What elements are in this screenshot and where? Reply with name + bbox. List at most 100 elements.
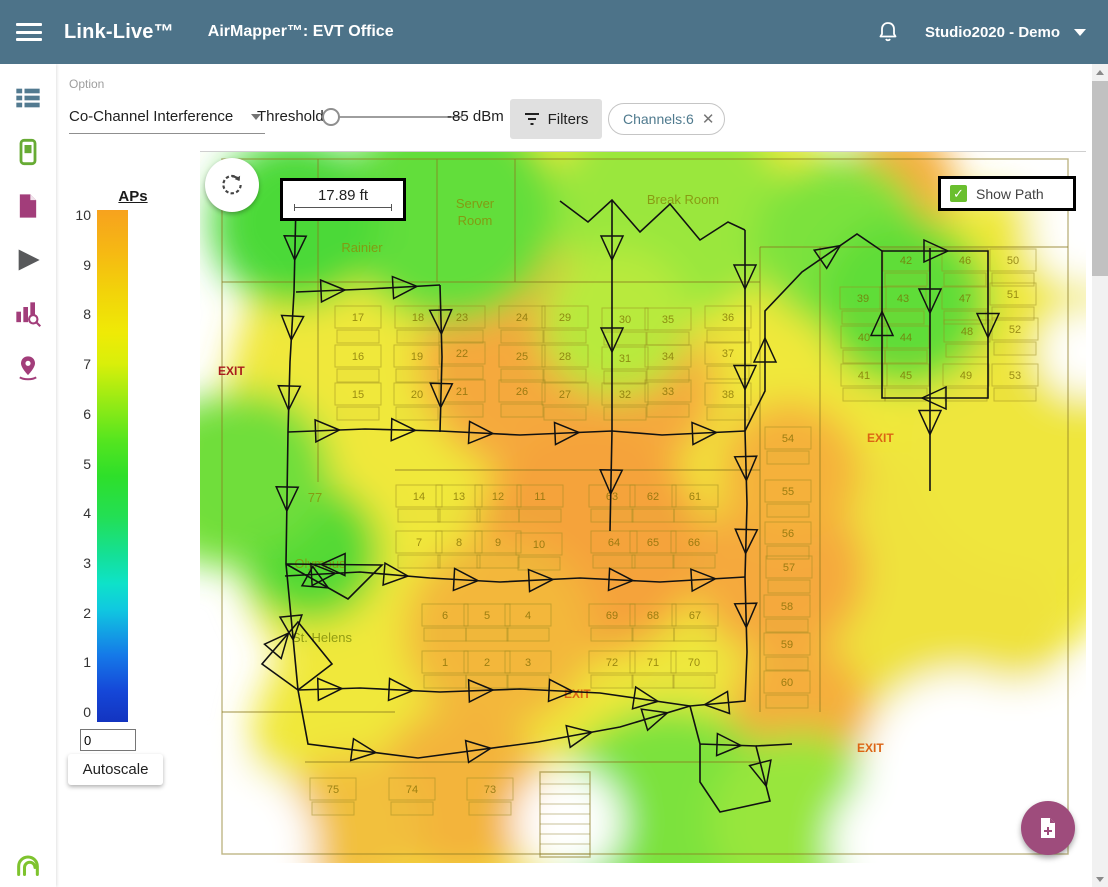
desk-box <box>885 273 927 286</box>
airmapper-pin-icon[interactable] <box>14 354 42 382</box>
color-scale-tick: 9 <box>58 257 91 273</box>
room-number-label: 74 <box>406 784 418 796</box>
desk-box <box>647 332 689 345</box>
desk-box <box>885 388 927 401</box>
results-list-icon[interactable] <box>14 84 42 112</box>
desk-box <box>632 628 674 641</box>
desk-box <box>707 330 749 343</box>
threshold-label: Threshold <box>257 108 324 125</box>
threshold-slider[interactable] <box>322 100 462 134</box>
room-number-label: 33 <box>662 386 674 398</box>
account-switcher[interactable]: Studio2020 - Demo <box>925 24 1086 41</box>
room-number-label: 65 <box>647 537 659 549</box>
room-number-label: 69 <box>606 610 618 622</box>
room-number-label: 49 <box>960 370 972 382</box>
room-number-label: 50 <box>1007 255 1019 267</box>
slider-thumb[interactable] <box>322 108 340 126</box>
exit-label: EXIT <box>857 741 884 755</box>
room-number-label: 2 <box>484 657 490 669</box>
analysis-search-icon[interactable] <box>14 300 42 328</box>
desk-box <box>397 330 439 343</box>
show-path-toggle[interactable]: ✓ Show Path <box>938 176 1076 211</box>
room-number-label: 7 <box>416 537 422 549</box>
room-number-label: 23 <box>456 312 468 324</box>
app-root: Link-Live™ AirMapper™: EVT Office Studio… <box>0 0 1108 887</box>
autoscale-button[interactable]: Autoscale <box>68 754 163 785</box>
room-number-label: 44 <box>900 332 912 344</box>
filters-button[interactable]: Filters <box>510 99 602 139</box>
room-number-label: 41 <box>858 370 870 382</box>
room-number-label: 68 <box>647 610 659 622</box>
heatmap-canvas[interactable]: 1718232429303536161922252831343715202126… <box>200 151 1086 863</box>
account-name: Studio2020 - Demo <box>925 24 1060 41</box>
desk-box <box>994 342 1036 355</box>
room-number-label: 51 <box>1007 289 1019 301</box>
color-scale-tick: 6 <box>58 406 91 422</box>
wifi-rss-icon[interactable] <box>14 850 42 878</box>
room-number-label: 56 <box>782 528 794 540</box>
desk-box <box>396 407 438 420</box>
page-title: AirMapper™: EVT Office <box>208 23 394 41</box>
scrollbar-thumb[interactable] <box>1092 81 1108 276</box>
room-number-label: 27 <box>559 389 571 401</box>
desk-box <box>707 407 749 420</box>
room-number-label: 40 <box>858 332 870 344</box>
room-number-label: 26 <box>516 386 528 398</box>
add-report-button[interactable] <box>1021 801 1075 855</box>
room-name-label: Break Room <box>647 192 719 207</box>
scroll-down-arrow[interactable] <box>1092 871 1108 887</box>
slider-track[interactable] <box>336 116 462 118</box>
room-name-label: 77 <box>308 490 322 505</box>
room-number-label: 14 <box>413 491 425 503</box>
room-number-label: 30 <box>619 314 631 326</box>
document-icon[interactable] <box>14 192 42 220</box>
desk-box <box>604 407 646 420</box>
desk-box <box>469 802 511 815</box>
room-number-label: 60 <box>781 677 793 689</box>
rotate-map-button[interactable] <box>205 158 259 212</box>
room-number-label: 3 <box>525 657 531 669</box>
checkbox-checked-icon[interactable]: ✓ <box>950 185 967 202</box>
desk-box <box>593 555 635 568</box>
vertical-scrollbar[interactable] <box>1092 64 1108 887</box>
chip-label: Channels:6 <box>623 111 694 127</box>
device-icon[interactable] <box>14 138 42 166</box>
room-number-label: 53 <box>1009 370 1021 382</box>
notifications-bell-icon[interactable] <box>877 20 899 44</box>
color-scale-tick: 4 <box>58 505 91 521</box>
room-number-label: 20 <box>411 389 423 401</box>
room-number-label: 25 <box>516 351 528 363</box>
color-scale-tick: 10 <box>58 207 91 223</box>
color-scale-tick: 3 <box>58 555 91 571</box>
menu-icon[interactable] <box>16 23 42 41</box>
color-scale-tick: 7 <box>58 356 91 372</box>
color-scale-tick: 1 <box>58 654 91 670</box>
chevron-down-icon <box>1074 29 1086 36</box>
room-number-label: 18 <box>412 312 424 324</box>
room-number-label: 28 <box>559 351 571 363</box>
desk-box <box>441 366 483 379</box>
map-scale-indicator: 17.89 ft <box>280 178 406 221</box>
desk-box <box>707 366 749 379</box>
room-number-label: 61 <box>689 491 701 503</box>
room-number-label: 34 <box>662 351 674 363</box>
desk-box <box>544 369 586 382</box>
room-number-label: 52 <box>1009 324 1021 336</box>
desk-box <box>882 311 924 324</box>
room-number-label: 46 <box>959 255 971 267</box>
filter-icon <box>524 112 540 126</box>
room-number-label: 66 <box>688 537 700 549</box>
close-icon[interactable]: ✕ <box>702 112 715 127</box>
desk-box <box>632 555 674 568</box>
scale-min-input[interactable] <box>80 729 136 751</box>
desk-box <box>337 369 379 382</box>
option-select[interactable]: Co-Channel Interference <box>69 100 265 134</box>
room-name-label: St. Helens <box>292 630 352 645</box>
play-icon[interactable] <box>14 246 42 274</box>
scroll-up-arrow[interactable] <box>1092 64 1108 80</box>
add-document-icon <box>1036 816 1060 840</box>
desk-box <box>507 675 549 688</box>
desk-box <box>477 509 519 522</box>
map-scale-bar <box>294 204 392 211</box>
channels-filter-chip[interactable]: Channels:6 ✕ <box>608 103 725 135</box>
